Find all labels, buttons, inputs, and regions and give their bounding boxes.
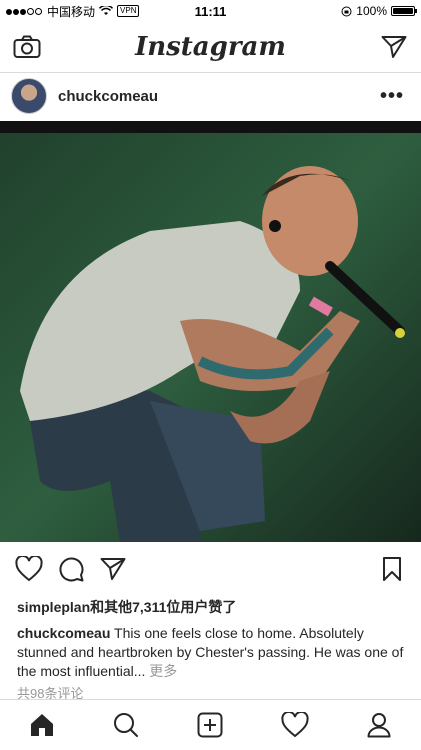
- home-icon[interactable]: [27, 710, 57, 740]
- add-post-icon[interactable]: [195, 710, 225, 740]
- post-username[interactable]: chuckcomeau: [58, 88, 374, 105]
- wifi-icon: [99, 6, 114, 15]
- battery-percent: 100%: [356, 4, 387, 18]
- camera-icon[interactable]: [12, 32, 42, 62]
- profile-icon[interactable]: [364, 710, 394, 740]
- post-actions: [0, 542, 421, 596]
- post-caption: chuckcomeau This one feels close to home…: [17, 624, 411, 681]
- instagram-logo: Instagram: [135, 32, 286, 62]
- post-photo[interactable]: [0, 121, 421, 542]
- vpn-badge: VPN: [117, 5, 140, 17]
- avatar[interactable]: [11, 78, 47, 114]
- tab-bar: [0, 699, 421, 750]
- bookmark-icon[interactable]: [377, 554, 407, 584]
- heart-icon[interactable]: [14, 554, 44, 584]
- orientation-lock-icon: [341, 6, 352, 16]
- search-icon[interactable]: [111, 710, 141, 740]
- singer-illustration: [0, 121, 421, 542]
- app-header: Instagram: [0, 22, 421, 73]
- photo-top-band: [0, 121, 421, 133]
- signal-icon: [6, 4, 43, 18]
- comment-icon[interactable]: [56, 554, 86, 584]
- share-send-icon[interactable]: [98, 554, 128, 584]
- caption-username[interactable]: chuckcomeau: [17, 625, 110, 641]
- more-options-icon[interactable]: •••: [374, 85, 410, 108]
- battery-icon: [391, 6, 417, 16]
- caption-more-link[interactable]: 更多: [145, 663, 177, 679]
- send-icon[interactable]: [379, 32, 409, 62]
- carrier-label: 中国移动: [47, 4, 96, 19]
- post-header: chuckcomeau •••: [0, 73, 421, 119]
- status-bar: 中国移动 VPN 11:11 100%: [0, 0, 421, 22]
- likes-count[interactable]: simpleplan和其他7,311位用户赞了: [17, 597, 236, 617]
- activity-heart-icon[interactable]: [280, 710, 310, 740]
